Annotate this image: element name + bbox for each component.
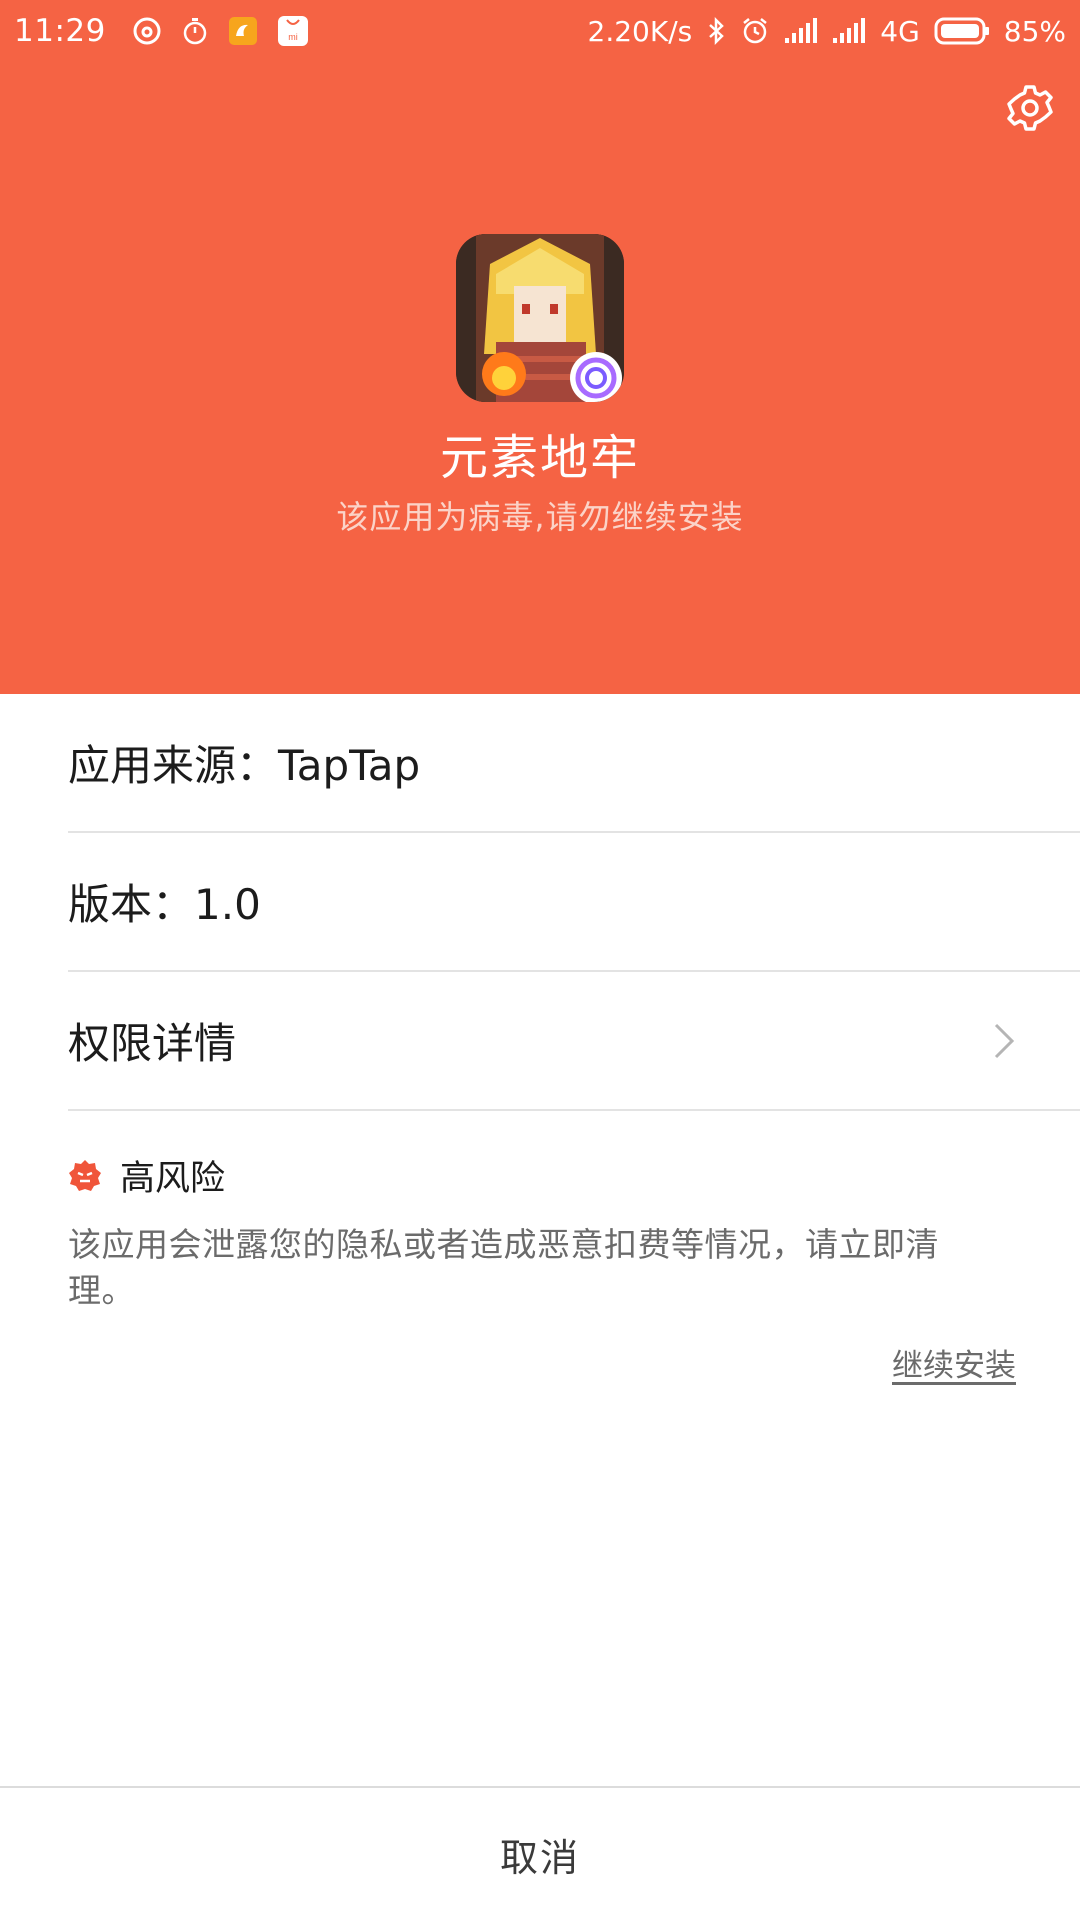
version-label: 版本：1.0 — [68, 880, 261, 929]
app-source-row: 应用来源：TapTap — [68, 694, 1080, 833]
netease-music-icon — [133, 17, 161, 45]
gear-icon[interactable] — [1006, 84, 1054, 132]
status-bar: 11:29 mi 2.20K/s 4G 85% — [0, 0, 1080, 62]
stopwatch-icon — [183, 18, 207, 45]
alarm-icon — [743, 18, 768, 44]
risk-label: 高风险 — [120, 1159, 226, 1199]
permissions-label: 权限详情 — [68, 1019, 237, 1068]
cancel-label: 取消 — [499, 1835, 580, 1880]
app-source-label: 应用来源：TapTap — [68, 741, 421, 790]
uc-browser-icon — [228, 17, 257, 45]
chevron-right-icon — [994, 1023, 1015, 1058]
app-icon — [456, 234, 624, 402]
virus-warning: 该应用为病毒,请勿继续安装 — [336, 498, 744, 536]
signal-icon — [785, 18, 818, 43]
permissions-row[interactable]: 权限详情 — [68, 972, 1080, 1111]
battery-level: 85% — [1003, 14, 1066, 48]
notification-icons: mi — [132, 14, 310, 48]
mi-store-icon: mi — [277, 16, 308, 46]
cancel-button[interactable]: 取消 — [0, 1786, 1080, 1920]
warning-badge-icon — [69, 1159, 101, 1191]
battery-icon — [934, 17, 989, 45]
bluetooth-icon — [709, 16, 725, 46]
continue-install-link[interactable]: 继续安装 — [892, 1340, 1016, 1385]
network-type: 4G — [880, 14, 920, 48]
version-row: 版本：1.0 — [68, 833, 1080, 972]
status-time: 11:29 — [14, 13, 106, 49]
svg-text:mi: mi — [288, 32, 298, 42]
risk-header: 高风险 — [68, 1150, 225, 1201]
header: 11:29 mi 2.20K/s 4G 85% 元素地牢 该应用为病毒,请勿继续… — [0, 0, 1080, 694]
signal-icon — [833, 18, 866, 43]
risk-description: 该应用会泄露您的隐私或者造成恶意扣费等情况，请立即清理。 — [68, 1225, 939, 1310]
network-speed: 2.20K/s — [587, 14, 693, 48]
app-name: 元素地牢 — [439, 430, 640, 486]
status-right: 2.20K/s 4G 85% — [588, 15, 1066, 48]
